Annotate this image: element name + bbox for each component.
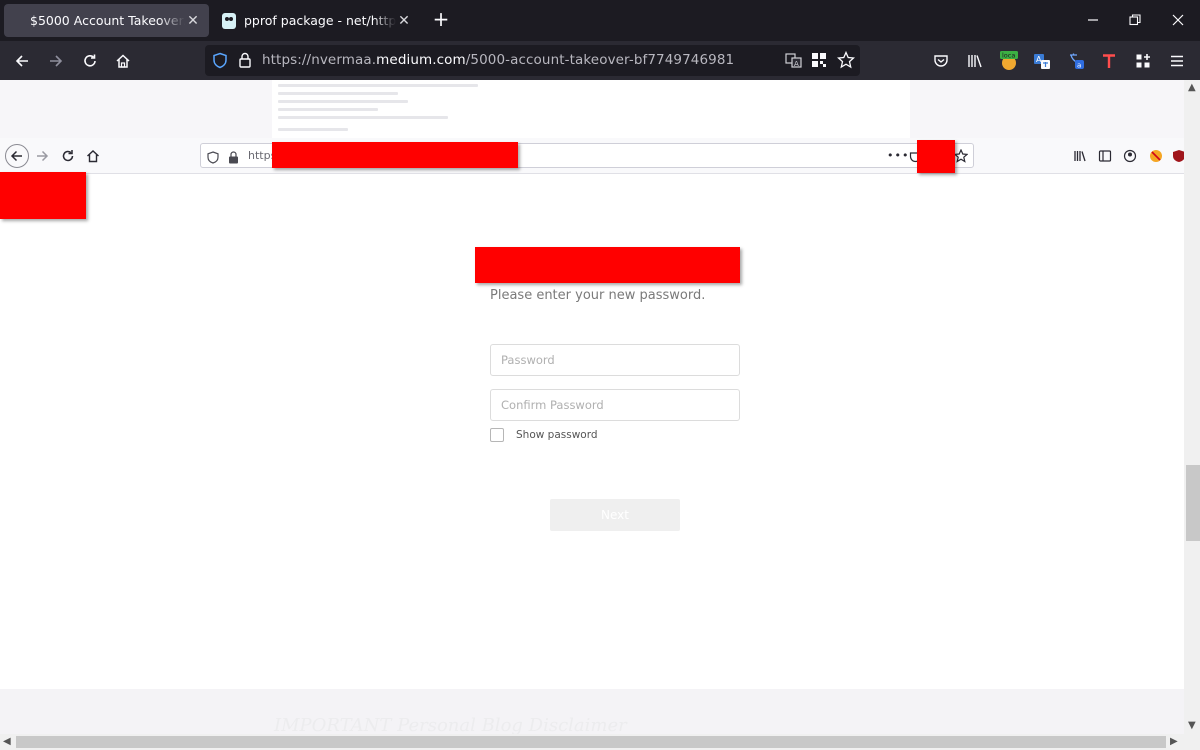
- new-tab-icon[interactable]: +: [430, 9, 452, 31]
- ublock-icon: [1172, 147, 1184, 165]
- svg-text:a: a: [1077, 62, 1081, 70]
- vertical-scrollbar[interactable]: ▲ ▼: [1184, 80, 1200, 734]
- translator-extension-icon[interactable]: A: [1031, 50, 1053, 72]
- show-password-checkbox[interactable]: [490, 428, 504, 442]
- reload-icon: [59, 147, 77, 165]
- scroll-down-arrow-icon[interactable]: ▼: [1188, 720, 1196, 731]
- reload-icon[interactable]: [79, 50, 101, 72]
- navigation-toolbar: https://nvermaa.medium.com/5000-account-…: [0, 41, 1200, 80]
- embedded-screenshot: https ••• Please enter your new password…: [0, 138, 1184, 689]
- next-button[interactable]: Next: [550, 499, 680, 531]
- pocket-icon[interactable]: [930, 50, 952, 72]
- bookmark-star-icon[interactable]: [836, 50, 856, 73]
- password-input[interactable]: [490, 344, 740, 376]
- shield-icon[interactable]: [212, 52, 228, 73]
- tab-pprof[interactable]: pprof package - net/http/pprof ✕: [214, 4, 420, 37]
- faint-line: [278, 108, 378, 111]
- svg-text:A: A: [794, 60, 799, 68]
- code-screenshot-strip: [272, 80, 910, 142]
- forward-arrow-icon: [33, 147, 51, 165]
- translate-icon[interactable]: A: [785, 52, 802, 73]
- lock-icon[interactable]: [238, 52, 252, 72]
- password-reset-form: Please enter your new password. Show pas…: [490, 288, 740, 531]
- redaction-extension: [917, 140, 955, 173]
- back-arrow-icon: [5, 144, 29, 168]
- vertical-scroll-thumb[interactable]: [1186, 465, 1200, 541]
- faint-line: [278, 116, 448, 119]
- close-icon[interactable]: ✕: [185, 13, 201, 29]
- account-icon: [1121, 147, 1139, 165]
- home-icon: [84, 147, 102, 165]
- home-icon[interactable]: [112, 50, 134, 72]
- translate-extension-icon[interactable]: a: [1065, 50, 1087, 72]
- redaction-heading: [475, 247, 740, 283]
- inner-browser-toolbar: https •••: [0, 138, 1184, 174]
- t-extension-icon[interactable]: [1098, 50, 1120, 72]
- redaction-url: [272, 142, 518, 168]
- sidebar-icon: [1096, 147, 1114, 165]
- blocked-extension-icon: [1147, 147, 1165, 165]
- shield-icon: [207, 149, 219, 168]
- bookmark-star-icon: [953, 148, 969, 167]
- horizontal-scrollbar[interactable]: ◀ ▶: [0, 734, 1200, 750]
- forward-arrow-icon[interactable]: [45, 50, 67, 72]
- library-icon: [1071, 147, 1089, 165]
- lock-icon: [228, 149, 239, 168]
- close-window-icon[interactable]: [1168, 10, 1188, 30]
- locale-badge-text: loca: [1002, 52, 1015, 60]
- url-host: medium.com: [376, 52, 466, 68]
- confirm-password-input[interactable]: [490, 389, 740, 421]
- url-prefix: https://nvermaa.: [262, 52, 377, 68]
- redaction-logo: [0, 172, 86, 219]
- tab-bar: $5000 Account Takeover. Hey there ✕ ppro…: [0, 0, 1200, 41]
- qr-code-icon[interactable]: [811, 52, 827, 72]
- tab-label: pprof package - net/http/pprof: [244, 13, 396, 28]
- page-viewport: https ••• Please enter your new password…: [0, 80, 1184, 734]
- library-icon[interactable]: [964, 50, 986, 72]
- tab-account-takeover[interactable]: $5000 Account Takeover. Hey there ✕: [4, 4, 209, 37]
- back-arrow-icon[interactable]: [11, 50, 33, 72]
- tab-label: $5000 Account Takeover. Hey there: [30, 13, 185, 28]
- minimize-icon[interactable]: [1083, 10, 1103, 30]
- show-password-row[interactable]: Show password: [490, 428, 598, 442]
- restore-icon[interactable]: [1125, 10, 1145, 30]
- scroll-up-arrow-icon[interactable]: ▲: [1188, 82, 1196, 93]
- address-bar[interactable]: https://nvermaa.medium.com/5000-account-…: [205, 45, 860, 76]
- article-footer: IMPORTANT Personal Blog Disclaimer: [0, 689, 1184, 734]
- url-path: /5000-account-takeover-bf7749746981: [465, 52, 735, 68]
- close-icon[interactable]: ✕: [396, 13, 412, 29]
- show-password-label: Show password: [516, 429, 598, 441]
- faint-line: [278, 100, 408, 103]
- extensions-icon[interactable]: [1132, 50, 1154, 72]
- gopher-favicon-icon: [222, 12, 236, 29]
- menu-icon[interactable]: [1166, 50, 1188, 72]
- url-text[interactable]: https://nvermaa.medium.com/5000-account-…: [262, 52, 734, 68]
- more-options-icon: •••: [887, 149, 910, 162]
- faint-line: [278, 84, 478, 87]
- horizontal-scroll-thumb[interactable]: [16, 736, 1166, 748]
- faint-line: [278, 92, 398, 95]
- scroll-left-arrow-icon[interactable]: ◀: [3, 736, 11, 747]
- locale-extension-icon[interactable]: loca: [998, 50, 1020, 72]
- disclaimer-heading: IMPORTANT Personal Blog Disclaimer: [274, 715, 627, 734]
- instruction-text: Please enter your new password.: [490, 288, 706, 303]
- faint-line: [278, 128, 348, 131]
- scroll-right-arrow-icon[interactable]: ▶: [1170, 736, 1178, 747]
